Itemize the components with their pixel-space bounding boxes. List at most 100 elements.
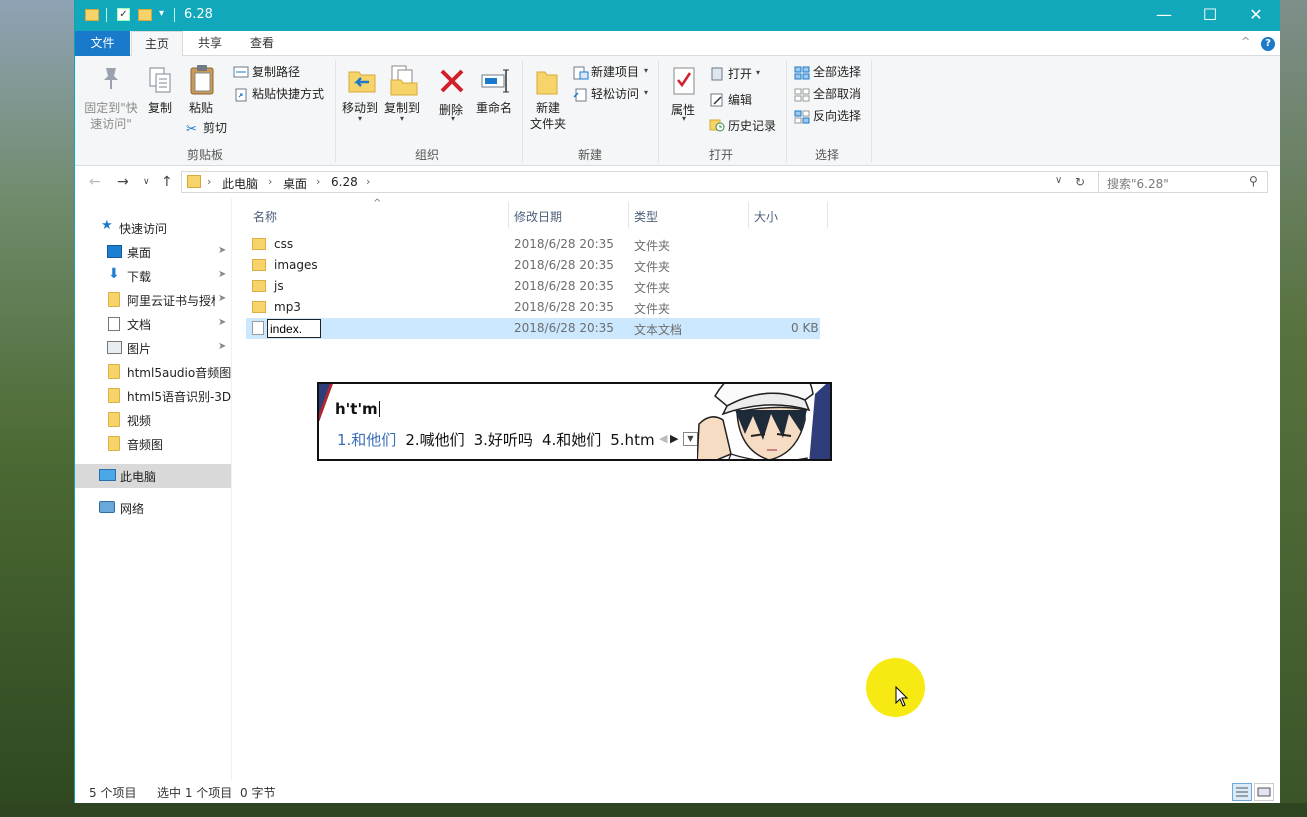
ime-prev-page-icon[interactable]: ◀ bbox=[659, 432, 667, 445]
open-dropdown-icon[interactable]: ▾ bbox=[756, 68, 760, 77]
sidebar-item-downloads[interactable]: ⬇ 下载 ➤ bbox=[75, 264, 231, 288]
easy-access-button[interactable]: 轻松访问 bbox=[591, 86, 639, 102]
file-type: 文件夹 bbox=[634, 260, 671, 274]
properties-check-icon[interactable]: ✓ bbox=[117, 8, 130, 21]
recent-locations-chevron-down-icon[interactable]: ∨ bbox=[143, 177, 150, 187]
sidebar-item-network[interactable]: 网络 bbox=[75, 496, 231, 520]
breadcrumb-this-pc[interactable]: 此电脑 bbox=[222, 175, 258, 192]
tab-home[interactable]: 主页 bbox=[131, 31, 183, 57]
sidebar-item-html5audio[interactable]: html5audio音频图形 bbox=[75, 360, 231, 384]
group-label-select: 选择 bbox=[814, 148, 839, 162]
select-all-button[interactable]: 全部选择 bbox=[813, 64, 861, 80]
search-input[interactable]: 搜索"6.28" bbox=[1107, 175, 1169, 192]
customize-toolbar-arrow-icon[interactable]: ▾ bbox=[159, 8, 164, 24]
folder-icon[interactable] bbox=[85, 9, 99, 21]
search-box[interactable]: 搜索"6.28" ⚲ bbox=[1098, 171, 1268, 193]
tab-share[interactable]: 共享 bbox=[185, 31, 235, 56]
rename-button[interactable]: 重命名 bbox=[473, 100, 515, 116]
table-row[interactable]: mp3 2018/6/28 20:35 文件夹 bbox=[246, 297, 820, 318]
details-view-icon[interactable] bbox=[1232, 783, 1252, 801]
forward-button[interactable]: → bbox=[117, 174, 129, 190]
invert-selection-button[interactable]: 反向选择 bbox=[813, 108, 861, 124]
nav-item-label: html5语音识别-3D效果 bbox=[127, 390, 231, 404]
sidebar-item-pictures[interactable]: 图片 ➤ bbox=[75, 336, 231, 360]
ribbon: 固定到"快速访问" 复制 粘贴 复制路径 粘贴快捷方式 ✂ 剪切 剪贴板 移动到… bbox=[75, 56, 1280, 166]
table-row[interactable]: js 2018/6/28 20:35 文件夹 bbox=[246, 276, 820, 297]
new-folder-icon[interactable] bbox=[138, 9, 152, 21]
ime-candidate[interactable]: 3.好听吗 bbox=[474, 429, 533, 450]
minimize-button[interactable]: — bbox=[1141, 0, 1187, 31]
nav-quick-access[interactable]: ★ 快速访问 bbox=[75, 216, 231, 240]
properties-dropdown-icon[interactable]: ▾ bbox=[682, 114, 686, 123]
sidebar-item-desktop[interactable]: 桌面 ➤ bbox=[75, 240, 231, 264]
column-separator[interactable] bbox=[827, 202, 828, 228]
edit-button[interactable]: 编辑 bbox=[728, 92, 752, 108]
column-header-size[interactable]: 大小 bbox=[754, 208, 778, 225]
file-type: 文件夹 bbox=[634, 239, 671, 253]
address-history-chevron-down-icon[interactable]: ∨ bbox=[1055, 175, 1062, 186]
sidebar-item-videos[interactable]: 视频 bbox=[75, 408, 231, 432]
history-button[interactable]: 历史记录 bbox=[728, 118, 776, 134]
column-separator[interactable] bbox=[508, 202, 509, 228]
copy-path-button[interactable]: 复制路径 bbox=[252, 64, 300, 80]
new-item-button[interactable]: 新建项目 bbox=[591, 64, 639, 80]
breadcrumb-current[interactable]: 6.28 bbox=[331, 175, 358, 189]
cut-button[interactable]: 剪切 bbox=[203, 120, 227, 136]
file-modified: 2018/6/28 20:35 bbox=[514, 300, 614, 314]
group-label-new: 新建 bbox=[577, 148, 602, 162]
column-header-modified[interactable]: 修改日期 bbox=[514, 208, 562, 225]
tab-view[interactable]: 查看 bbox=[237, 31, 287, 56]
column-separator[interactable] bbox=[628, 202, 629, 228]
pin-to-quick-access-button[interactable]: 固定到"快速访问" bbox=[79, 100, 143, 132]
paste-icon bbox=[189, 64, 215, 99]
ime-candidate[interactable]: 2.喊他们 bbox=[405, 429, 464, 450]
breadcrumb-desktop[interactable]: 桌面 bbox=[283, 175, 307, 192]
up-button[interactable]: ↑ bbox=[161, 174, 173, 190]
delete-dropdown-icon[interactable]: ▾ bbox=[451, 114, 455, 123]
back-button[interactable]: ← bbox=[89, 174, 101, 190]
ime-candidate[interactable]: 4.和她们 bbox=[542, 429, 601, 450]
sidebar-item-aliyun-cert[interactable]: 阿里云证书与授权 ➤ bbox=[75, 288, 231, 312]
large-icons-view-icon[interactable] bbox=[1254, 783, 1274, 801]
new-item-dropdown-icon[interactable]: ▾ bbox=[644, 66, 648, 75]
folder-icon bbox=[108, 292, 120, 307]
group-separator bbox=[658, 60, 659, 162]
folder-icon bbox=[252, 301, 266, 313]
column-separator[interactable] bbox=[748, 202, 749, 228]
rename-input[interactable] bbox=[267, 319, 321, 338]
maximize-button[interactable]: ☐ bbox=[1187, 0, 1233, 31]
group-label-open: 打开 bbox=[708, 148, 733, 162]
column-header-type[interactable]: 类型 bbox=[634, 208, 658, 225]
sidebar-item-audio-graph[interactable]: 音频图 bbox=[75, 432, 231, 456]
table-row[interactable]: images 2018/6/28 20:35 文件夹 bbox=[246, 255, 820, 276]
column-header-name[interactable]: 名称 bbox=[253, 208, 277, 225]
new-folder-button[interactable]: 新建 文件夹 bbox=[527, 100, 569, 132]
refresh-icon[interactable]: ↻ bbox=[1075, 175, 1085, 189]
easy-access-dropdown-icon[interactable]: ▾ bbox=[644, 88, 648, 97]
collapse-ribbon-icon[interactable]: ^ bbox=[1241, 35, 1250, 48]
table-row-selected[interactable]: 2018/6/28 20:35 文本文档 0 KB bbox=[246, 318, 820, 339]
address-field[interactable]: › 此电脑 › 桌面 › 6.28 › ∨ ↻ bbox=[181, 171, 1099, 193]
copy-to-dropdown-icon[interactable]: ▾ bbox=[400, 114, 404, 123]
ime-next-page-icon[interactable]: ▶ bbox=[670, 432, 678, 445]
paste-shortcut-button[interactable]: 粘贴快捷方式 bbox=[252, 86, 324, 102]
table-row[interactable]: css 2018/6/28 20:35 文件夹 bbox=[246, 234, 820, 255]
ime-expand-chevron-down-icon[interactable]: ▼ bbox=[683, 432, 698, 446]
ime-candidate[interactable]: 1.和他们 bbox=[337, 429, 396, 450]
sidebar-item-documents[interactable]: 文档 ➤ bbox=[75, 312, 231, 336]
file-type: 文件夹 bbox=[634, 281, 671, 295]
search-icon[interactable]: ⚲ bbox=[1249, 174, 1258, 188]
ime-candidate[interactable]: 5.htm bbox=[610, 431, 654, 449]
new-folder-icon bbox=[535, 66, 559, 99]
help-icon[interactable]: ? bbox=[1261, 37, 1275, 51]
tab-file[interactable]: 文件 bbox=[75, 31, 130, 56]
sidebar-item-html5-speech[interactable]: html5语音识别-3D效果 bbox=[75, 384, 231, 408]
paste-button[interactable]: 粘贴 bbox=[186, 100, 216, 116]
copy-button[interactable]: 复制 bbox=[145, 100, 175, 116]
select-none-button[interactable]: 全部取消 bbox=[813, 86, 861, 102]
sidebar-item-this-pc[interactable]: 此电脑 bbox=[75, 464, 231, 488]
open-button[interactable]: 打开 bbox=[728, 66, 752, 82]
close-button[interactable]: ✕ bbox=[1233, 0, 1279, 31]
move-to-dropdown-icon[interactable]: ▾ bbox=[358, 114, 362, 123]
properties-icon bbox=[672, 66, 696, 99]
